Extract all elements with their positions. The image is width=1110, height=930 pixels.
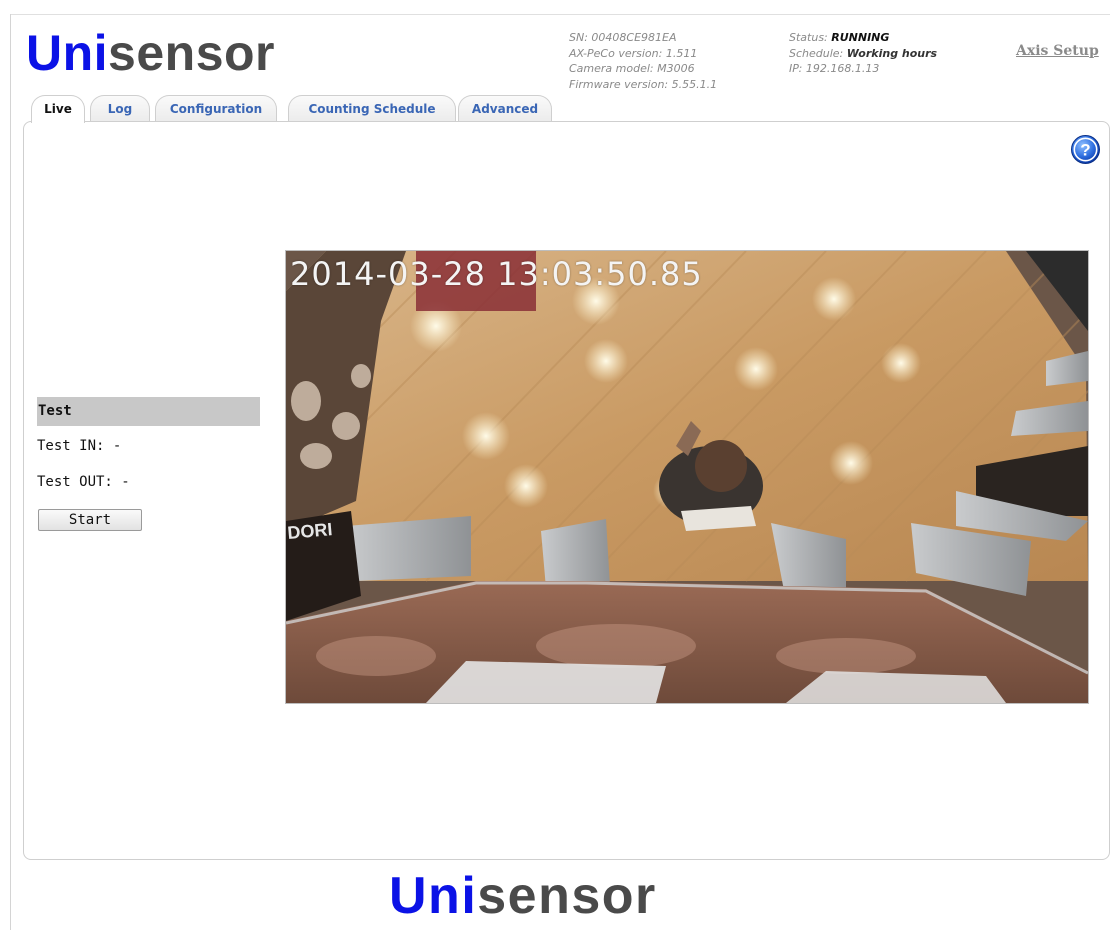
- camera-model: Camera model: M3006: [569, 62, 695, 75]
- tab-log[interactable]: Log: [90, 95, 150, 121]
- test-out-row: Test OUT: -: [37, 474, 130, 490]
- start-button[interactable]: Start: [38, 509, 142, 531]
- test-in-row: Test IN: -: [37, 438, 122, 454]
- frame-top-border: [10, 14, 1110, 15]
- serial-number: SN: 00408CE981EA: [569, 31, 677, 44]
- ip-address: IP: 192.168.1.13: [789, 62, 880, 75]
- unisensor-footer-logo: Unisensor: [389, 867, 657, 925]
- status-value: RUNNING: [831, 31, 890, 44]
- test-out-value: -: [121, 474, 130, 490]
- svg-text:DORI: DORI: [287, 519, 334, 543]
- tab-advanced[interactable]: Advanced: [458, 95, 552, 121]
- schedule-status: Schedule: Working hours: [789, 46, 938, 60]
- device-info: SN: 00408CE981EA AX-PeCo version: 1.511 …: [569, 30, 717, 92]
- help-icon[interactable]: ?: [1070, 134, 1101, 165]
- frame-left-border: [10, 14, 11, 930]
- schedule-value: Working hours: [846, 46, 938, 60]
- tab-counting-schedule[interactable]: Counting Schedule: [288, 95, 456, 121]
- svg-text:?: ?: [1080, 141, 1090, 160]
- test-in-value: -: [112, 438, 122, 454]
- software-version: AX-PeCo version: 1.511: [569, 46, 698, 60]
- test-section-title: Test: [37, 397, 260, 426]
- running-status: Status: RUNNING: [789, 31, 890, 44]
- status-info: Status: RUNNING Schedule: Working hours …: [789, 30, 937, 77]
- live-video-feed: DORI 2014-03-28 13:03:50.85: [285, 250, 1089, 704]
- tab-configuration[interactable]: Configuration: [155, 95, 277, 121]
- unisensor-logo: Unisensor: [26, 25, 276, 81]
- video-frame-image: DORI: [286, 251, 1088, 703]
- tab-live[interactable]: Live: [31, 95, 85, 123]
- firmware-version: Firmware version: 5.55.1.1: [569, 77, 718, 91]
- axis-setup-link[interactable]: Axis Setup: [1016, 43, 1099, 59]
- video-timestamp: 2014-03-28 13:03:50.85: [290, 255, 703, 293]
